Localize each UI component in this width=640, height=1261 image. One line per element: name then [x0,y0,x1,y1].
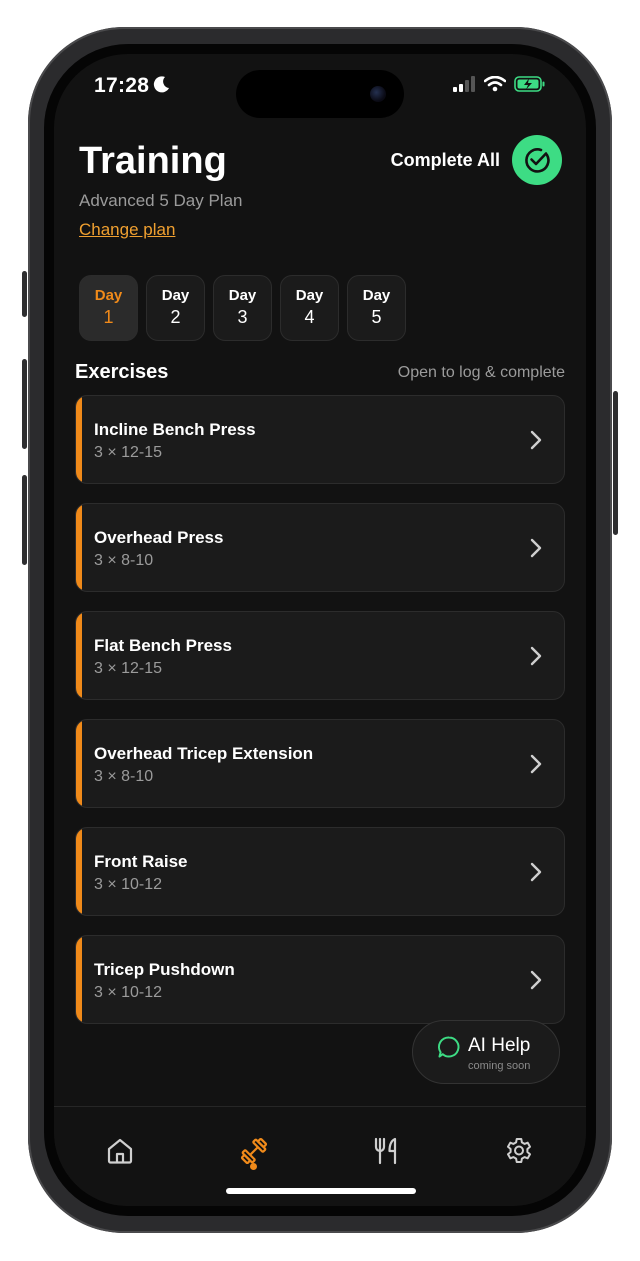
day-tab-3[interactable]: Day 3 [213,275,272,341]
day-tab-number: 5 [371,307,382,327]
status-indicators [452,76,546,92]
day-tab-label: Day [161,287,190,304]
day-tab-5[interactable]: Day 5 [347,275,406,341]
exercise-card[interactable]: Flat Bench Press 3 × 12-15 [75,611,565,700]
dynamic-island [236,70,404,118]
tab-home[interactable] [100,1131,140,1171]
wifi-icon [484,76,506,92]
page-title: Training [79,140,227,182]
exercise-name: Tricep Pushdown [94,960,235,979]
day-tab-number: 2 [170,307,181,327]
complete-all-button[interactable]: Complete All [391,135,562,185]
battery-icon [514,76,545,92]
volume-up-button [22,359,27,449]
camera-icon [370,86,386,102]
exercises-heading: Exercises [75,361,169,383]
exercise-list: Incline Bench Press 3 × 12-15 Overhead P… [75,395,565,1043]
exercise-sets: 3 × 8-10 [94,768,154,785]
tab-settings[interactable] [499,1131,539,1171]
day-tab-label: Day [362,287,391,304]
exercise-card[interactable]: Front Raise 3 × 10-12 [75,827,565,916]
exercise-card[interactable]: Tricep Pushdown 3 × 10-12 [75,935,565,1024]
volume-down-button [22,475,27,565]
day-tab-4[interactable]: Day 4 [280,275,339,341]
home-icon [107,1138,133,1164]
exercise-card[interactable]: Incline Bench Press 3 × 12-15 [75,395,565,484]
day-tab-label: Day [228,287,257,304]
tab-nutrition[interactable] [366,1131,406,1171]
mute-switch [22,271,27,317]
exercise-sets: 3 × 10-12 [94,984,163,1001]
chat-bubble-icon [438,1036,460,1058]
day-selector: Day 1 Day 2 Day 3 Day 4 Day 5 [79,275,406,341]
exercise-card[interactable]: Overhead Tricep Extension 3 × 8-10 [75,719,565,808]
exercise-sets: 3 × 10-12 [94,876,163,893]
chevron-right-icon [530,646,542,666]
active-tab-indicator [250,1163,257,1170]
signal-icon [453,76,475,92]
day-tab-number: 1 [103,307,114,327]
change-plan-link[interactable]: Change plan [79,220,175,240]
check-circle-icon [512,135,562,185]
screen: 17:28 Training Advanced 5 Day Plan Chang… [54,54,586,1206]
moon-icon [153,76,169,93]
chevron-right-icon [530,970,542,990]
exercise-name: Flat Bench Press [94,636,232,655]
ai-help-sublabel: coming soon [468,1060,531,1072]
exercise-name: Front Raise [94,852,188,871]
chevron-right-icon [530,754,542,774]
plan-subtitle: Advanced 5 Day Plan [79,191,243,210]
day-tab-2[interactable]: Day 2 [146,275,205,341]
home-indicator [226,1188,416,1194]
exercise-sets: 3 × 12-15 [94,444,163,461]
chevron-right-icon [530,430,542,450]
day-tab-number: 4 [304,307,315,327]
gear-icon [507,1138,531,1163]
exercise-name: Overhead Press [94,528,224,547]
day-tab-label: Day [94,287,123,304]
chevron-right-icon [530,538,542,558]
exercises-hint: Open to log & complete [397,364,565,381]
status-time: 17:28 [94,74,150,97]
fork-knife-icon [374,1137,397,1165]
day-tab-number: 3 [237,307,248,327]
ai-help-label: AI Help [468,1035,531,1056]
exercise-name: Overhead Tricep Extension [94,744,314,763]
day-tab-1[interactable]: Day 1 [79,275,138,341]
ai-help-button[interactable]: AI Help coming soon [412,1020,560,1084]
exercise-sets: 3 × 12-15 [94,660,163,677]
chevron-right-icon [530,862,542,882]
exercise-card[interactable]: Overhead Press 3 × 8-10 [75,503,565,592]
day-tab-label: Day [295,287,324,304]
exercise-name: Incline Bench Press [94,420,256,439]
power-button [613,391,618,535]
exercise-sets: 3 × 8-10 [94,552,154,569]
complete-all-label: Complete All [390,149,500,170]
